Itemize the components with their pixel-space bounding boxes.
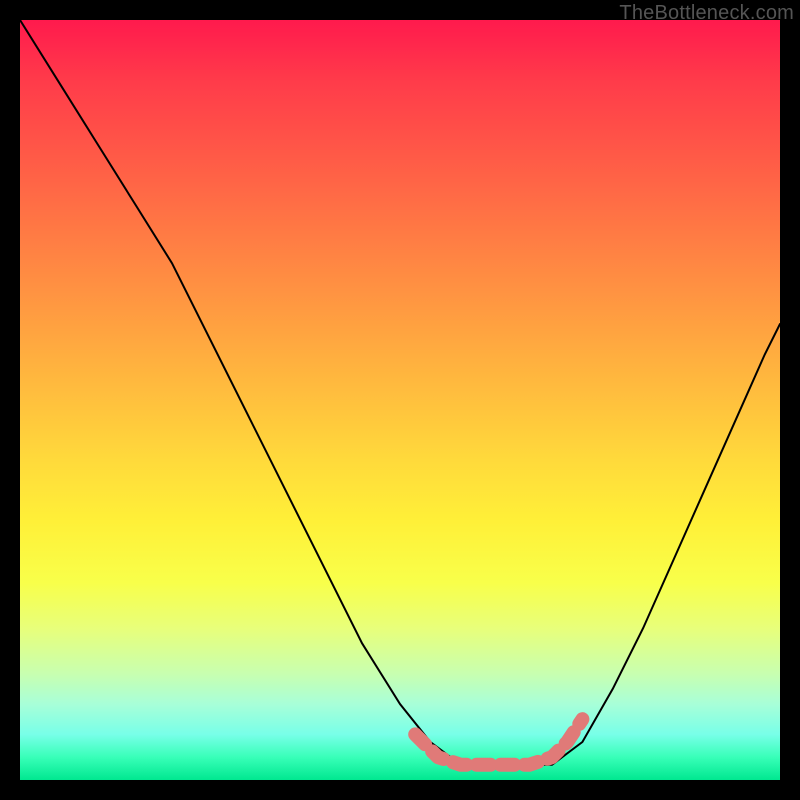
curve-path <box>20 20 780 765</box>
chart-plot-area <box>20 20 780 780</box>
valley-highlight-path <box>415 719 582 765</box>
chart-svg <box>20 20 780 780</box>
